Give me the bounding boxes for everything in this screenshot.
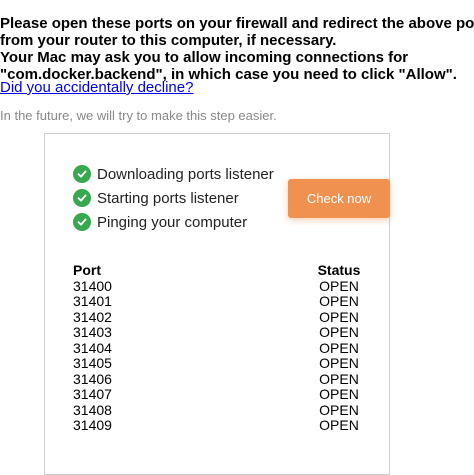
check-circle-icon <box>73 165 91 183</box>
port-number: 31405 <box>73 355 112 371</box>
port-column-header: Port <box>73 262 101 278</box>
intro-line: Your Mac may ask you to allow incoming c… <box>0 49 409 66</box>
intro-line: Please open these ports on your firewall… <box>0 15 474 32</box>
port-status: OPEN <box>319 339 359 356</box>
port-number: 31400 <box>73 277 112 294</box>
ports-table: Port Status 31400 OPEN 31401 OPEN 31402 … <box>73 262 362 434</box>
port-status: OPEN <box>319 293 359 309</box>
port-number: 31409 <box>73 417 112 433</box>
port-status: OPEN <box>319 386 359 402</box>
port-number: 31402 <box>73 308 112 325</box>
table-row: 31408 OPEN <box>73 401 362 419</box>
future-note: In the future, we will try to make this … <box>0 108 277 123</box>
table-row: 31402 OPEN <box>73 308 362 326</box>
table-header: Port Status <box>73 262 362 279</box>
step-label: Downloading ports listener <box>97 165 274 183</box>
port-number: 31401 <box>73 293 112 309</box>
check-circle-icon <box>73 213 91 231</box>
port-status: OPEN <box>319 401 359 418</box>
table-row: 31407 OPEN <box>73 386 362 403</box>
port-status: OPEN <box>319 277 359 294</box>
step-pinging-your-computer: Pinging your computer <box>73 210 274 234</box>
table-row: 31401 OPEN <box>73 293 362 310</box>
port-status: OPEN <box>319 355 359 371</box>
progress-steps: Downloading ports listener Starting port… <box>73 162 274 234</box>
status-column-header: Status <box>317 262 361 278</box>
port-number: 31404 <box>73 339 112 356</box>
intro-text: Please open these ports on your firewall… <box>0 15 474 83</box>
check-circle-icon <box>73 189 91 207</box>
port-number: 31408 <box>73 401 112 418</box>
port-status: OPEN <box>319 417 359 433</box>
port-number: 31403 <box>73 324 112 340</box>
step-starting-ports-listener: Starting ports listener <box>73 186 274 210</box>
port-number: 31406 <box>73 370 112 387</box>
port-status: OPEN <box>319 308 359 325</box>
intro-line: from your router to this computer, if ne… <box>0 32 337 49</box>
accidentally-declined-link[interactable]: Did you accidentally decline? <box>0 79 193 96</box>
check-now-button[interactable]: Check now <box>288 179 390 218</box>
port-status: OPEN <box>319 370 359 387</box>
step-label: Starting ports listener <box>97 189 239 207</box>
table-row: 31405 OPEN <box>73 355 362 372</box>
ports-check-panel: Downloading ports listener Starting port… <box>44 133 390 475</box>
table-row: 31404 OPEN <box>73 339 362 357</box>
table-row: 31406 OPEN <box>73 370 362 388</box>
port-status: OPEN <box>319 324 359 340</box>
table-row: 31409 OPEN <box>73 417 362 434</box>
step-downloading-ports-listener: Downloading ports listener <box>73 162 274 186</box>
step-label: Pinging your computer <box>97 213 248 231</box>
table-row: 31400 OPEN <box>73 277 362 295</box>
table-row: 31403 OPEN <box>73 324 362 341</box>
port-number: 31407 <box>73 386 112 402</box>
